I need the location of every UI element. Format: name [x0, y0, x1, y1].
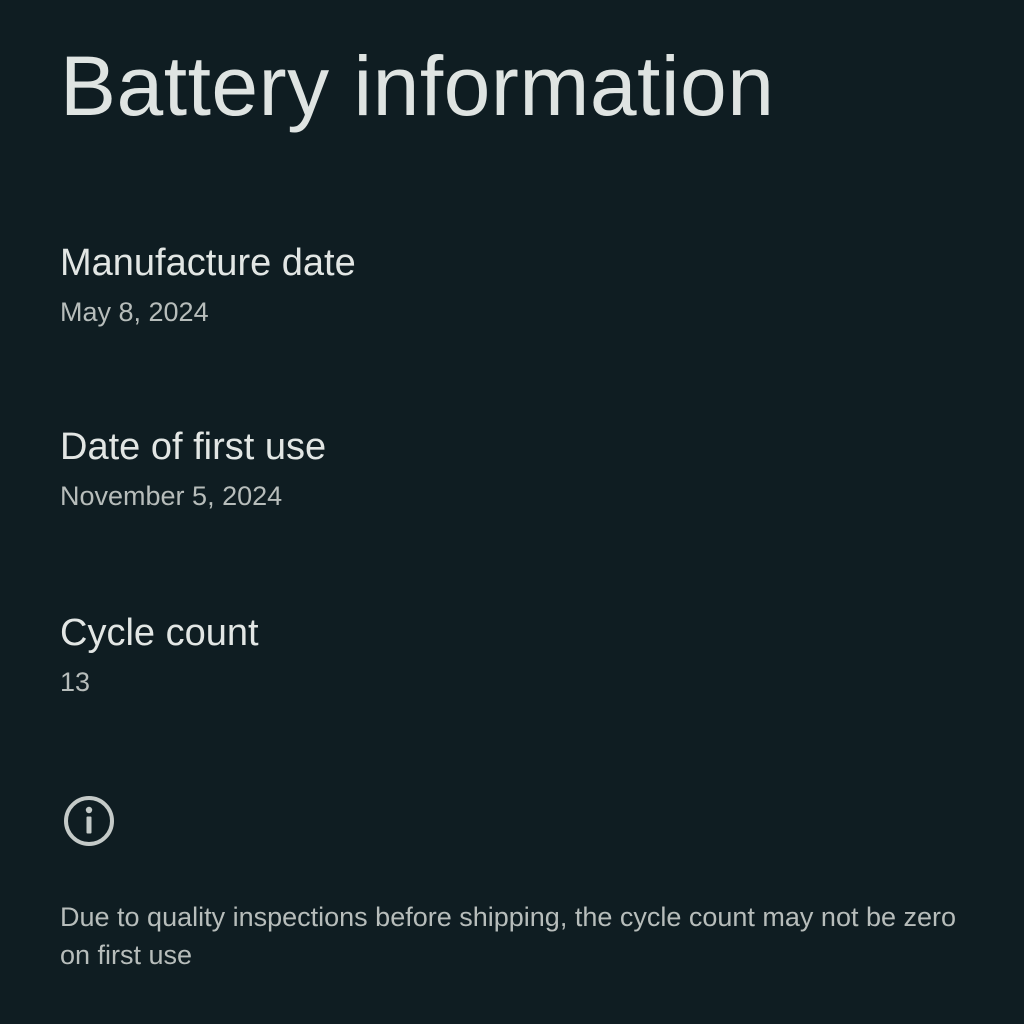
cycle-count-disclaimer: Due to quality inspections before shippi… [60, 902, 957, 970]
manufacture-date-value: May 8, 2024 [60, 297, 209, 327]
first-use-date-title: Date of first use [60, 426, 327, 468]
cycle-count-title: Cycle count [60, 612, 259, 654]
first-use-date-item[interactable]: Date of first use November 5, 2024 [60, 424, 964, 512]
cycle-count-value: 13 [60, 667, 91, 697]
page-title: Battery information [60, 39, 775, 133]
manufacture-date-item[interactable]: Manufacture date May 8, 2024 [60, 240, 964, 328]
cycle-count-item[interactable]: Cycle count 13 [60, 610, 964, 698]
manufacture-date-title: Manufacture date [60, 242, 356, 284]
info-icon [64, 796, 114, 846]
first-use-date-value: November 5, 2024 [60, 481, 283, 511]
